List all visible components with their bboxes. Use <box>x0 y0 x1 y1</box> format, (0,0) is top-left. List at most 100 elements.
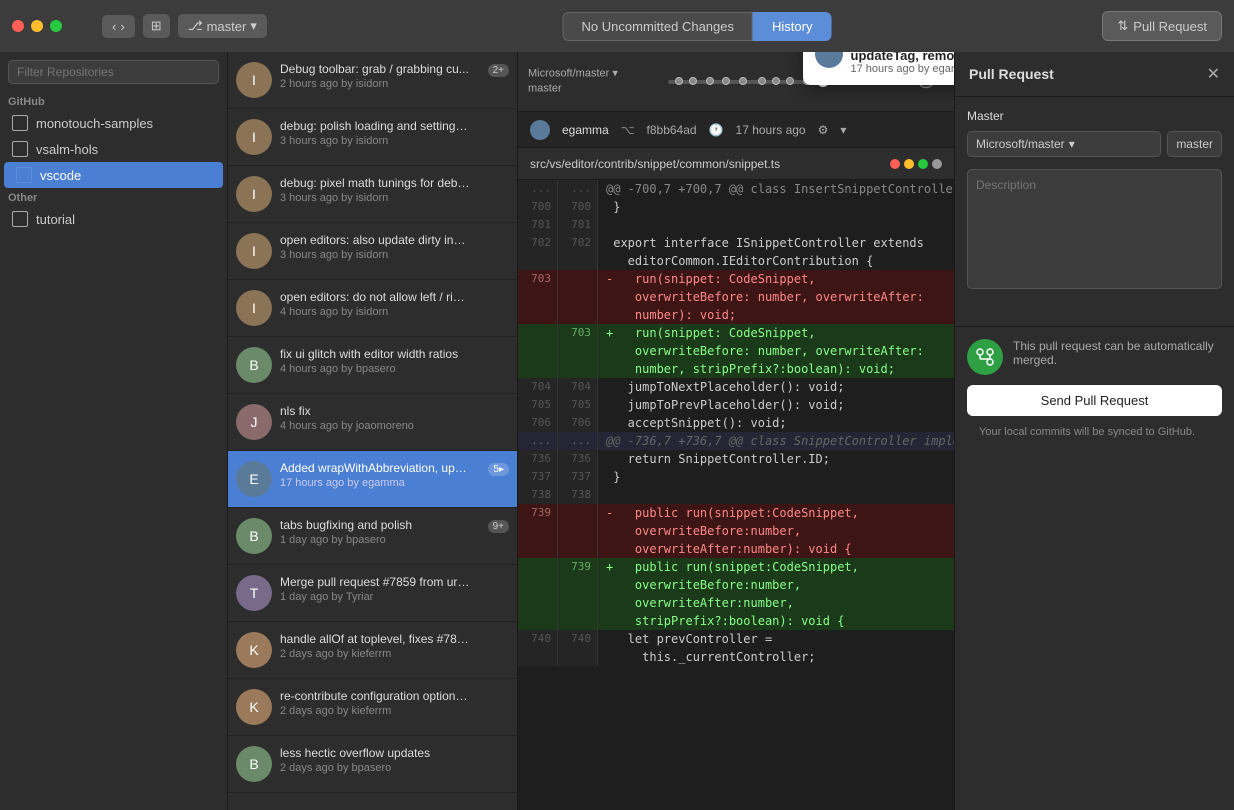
commit-title: debug: polish loading and setting of x c… <box>280 119 470 133</box>
line-num: 702 <box>558 234 598 252</box>
send-pull-request-button[interactable]: Send Pull Request <box>967 385 1222 416</box>
commit-item[interactable]: I open editors: also update dirty indica… <box>228 223 517 280</box>
line-content-added: + public run(snippet:CodeSnippet, <box>598 558 954 576</box>
timeline-bar: Microsoft/master ▾ master <box>518 52 954 112</box>
diff-line-added: stripPrefix?:boolean): void { <box>518 612 954 630</box>
repo-icon <box>12 141 28 157</box>
maximize-button[interactable] <box>50 20 62 32</box>
pull-request-button[interactable]: ⇅ Pull Request <box>1102 11 1222 41</box>
diff-line: 737 737 } <box>518 468 954 486</box>
timeline-dot[interactable] <box>722 77 730 85</box>
diff-line: 701 701 <box>518 216 954 234</box>
diff-line-added: overwriteAfter:number, <box>518 594 954 612</box>
pr-description-input[interactable] <box>967 169 1222 289</box>
line-num: 706 <box>518 414 558 432</box>
sidebar-item-tutorial[interactable]: tutorial <box>0 206 227 232</box>
line-num: ... <box>518 432 558 450</box>
timeline-dot[interactable] <box>772 77 780 85</box>
more-icon[interactable]: ▾ <box>840 123 846 137</box>
repo-name: monotouch-samples <box>36 116 153 131</box>
commit-meta: 2 days ago by kieferrm <box>280 705 509 717</box>
line-num-added <box>518 324 558 342</box>
line-num: 705 <box>558 396 598 414</box>
timeline-dot[interactable] <box>675 77 683 85</box>
commit-title: fix ui glitch with editor width ratios <box>280 347 470 361</box>
line-num <box>518 648 558 666</box>
filter-repositories-input[interactable] <box>8 60 219 84</box>
diff-line: 738 738 <box>518 486 954 504</box>
commit-item-selected[interactable]: E Added wrapWithAbbreviation, upd... 17 … <box>228 451 517 508</box>
pr-branch-select[interactable]: master <box>1167 131 1222 157</box>
back-forward-button[interactable]: ‹ › <box>102 15 135 38</box>
line-num: 704 <box>518 378 558 396</box>
commit-item[interactable]: K handle allOf at toplevel, fixes #7833 … <box>228 622 517 679</box>
commit-meta: 2 days ago by bpasero <box>280 762 509 774</box>
commit-item[interactable]: J nls fix 4 hours ago by joaomoreno <box>228 394 517 451</box>
timeline-dot[interactable] <box>739 77 747 85</box>
commit-info: less hectic overflow updates 2 days ago … <box>280 746 509 774</box>
branch-button[interactable]: ⎇ master ▾ <box>178 14 267 38</box>
line-num: 705 <box>518 396 558 414</box>
commit-item[interactable]: B tabs bugfixing and polish 1 day ago by… <box>228 508 517 565</box>
timeline-dot[interactable] <box>706 77 714 85</box>
tab-group: No Uncommitted Changes History <box>563 12 832 41</box>
diff-view: Microsoft/master ▾ master <box>518 52 954 810</box>
line-content-added: overwriteAfter:number, <box>598 594 954 612</box>
commit-info: tabs bugfixing and polish 1 day ago by b… <box>280 518 509 546</box>
pr-close-button[interactable]: ✕ <box>1207 64 1220 84</box>
file-path: src/vs/editor/contrib/snippet/common/sni… <box>530 157 780 171</box>
commit-info: re-contribute configuration option; fixe… <box>280 689 509 717</box>
line-num: ... <box>558 180 598 198</box>
commit-item[interactable]: K re-contribute configuration option; fi… <box>228 679 517 736</box>
tab-history[interactable]: History <box>753 12 831 41</box>
commit-title: tabs bugfixing and polish <box>280 518 470 532</box>
close-button[interactable] <box>12 20 24 32</box>
commit-title: Merge pull request #7859 from urband... <box>280 575 470 589</box>
commit-item[interactable]: I debug: pixel math tunings for debu too… <box>228 166 517 223</box>
commit-item[interactable]: T Merge pull request #7859 from urband..… <box>228 565 517 622</box>
line-num-added <box>518 342 558 360</box>
titlebar: ‹ › ⊞ ⎇ master ▾ 📁 ups216/vscode No Unco… <box>0 0 1234 52</box>
back-icon: ‹ <box>112 19 116 34</box>
commit-title: nls fix <box>280 404 470 418</box>
branch-label: master <box>207 19 247 34</box>
line-content: } <box>598 468 954 486</box>
clock-icon: 🕐 <box>709 123 724 137</box>
line-num-added <box>518 360 558 378</box>
commit-info: open editors: do not allow left / right … <box>280 290 509 318</box>
sidebar-item-vscode[interactable]: vscode <box>4 162 223 188</box>
line-num-removed <box>558 504 598 522</box>
commit-item[interactable]: I Debug toolbar: grab / grabbing cu... 2… <box>228 52 517 109</box>
commit-item[interactable]: B fix ui glitch with editor width ratios… <box>228 337 517 394</box>
commit-item[interactable]: I open editors: do not allow left / righ… <box>228 280 517 337</box>
line-num: 737 <box>558 468 598 486</box>
line-num: ... <box>518 180 558 198</box>
sidebar-item-vsalm-hols[interactable]: vsalm-hols <box>0 136 227 162</box>
timeline-dot[interactable] <box>758 77 766 85</box>
minimize-button[interactable] <box>31 20 43 32</box>
line-content: } <box>598 198 954 216</box>
timeline-tooltip: Added wrapWithAbbreviation, updateTag, r… <box>803 52 954 85</box>
pr-repo-select[interactable]: Microsoft/master ▾ <box>967 131 1161 157</box>
repo-name: vsalm-hols <box>36 142 98 157</box>
commit-meta: 4 hours ago by joaomoreno <box>280 420 509 432</box>
line-num-added <box>518 558 558 576</box>
timeline-dot[interactable] <box>689 77 697 85</box>
file-header: src/vs/editor/contrib/snippet/common/sni… <box>518 148 954 180</box>
diff-line-added: overwriteBefore:number, <box>518 576 954 594</box>
pr-merge-section: This pull request can be automatically m… <box>955 326 1234 450</box>
line-content-added: overwriteBefore: number, overwriteAfter: <box>598 342 954 360</box>
commit-item[interactable]: I debug: polish loading and setting of x… <box>228 109 517 166</box>
line-num <box>558 252 598 270</box>
avatar: I <box>236 176 272 212</box>
tab-uncommitted[interactable]: No Uncommitted Changes <box>563 12 753 41</box>
commit-item-less-hectic[interactable]: B less hectic overflow updates 2 days ag… <box>228 736 517 793</box>
avatar: T <box>236 575 272 611</box>
line-num-removed <box>558 540 598 558</box>
line-num-added <box>558 576 598 594</box>
sidebar-item-monotouch-samples[interactable]: monotouch-samples <box>0 110 227 136</box>
timeline-dot[interactable] <box>786 77 794 85</box>
line-num: 701 <box>518 216 558 234</box>
settings-icon[interactable]: ⚙ <box>818 123 829 137</box>
layout-button[interactable]: ⊞ <box>143 14 170 38</box>
